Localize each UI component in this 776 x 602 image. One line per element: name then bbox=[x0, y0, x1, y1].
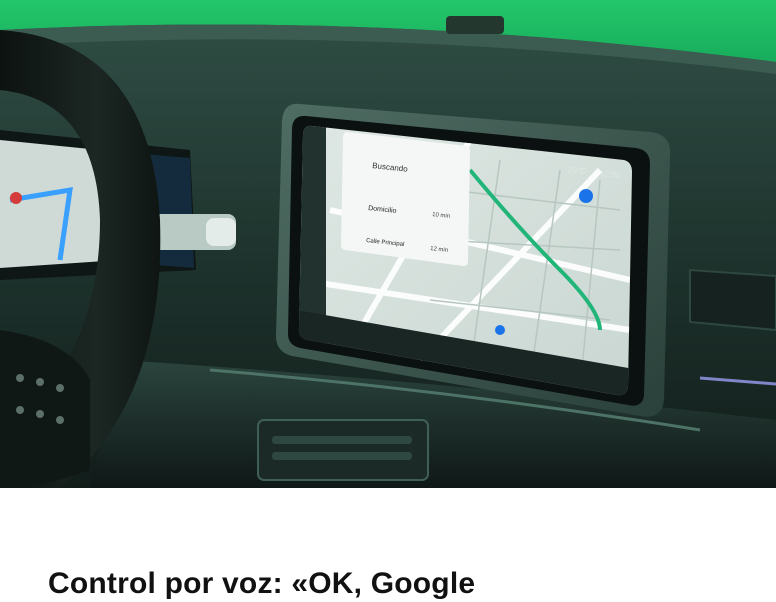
location-marker bbox=[495, 325, 505, 335]
hero-photo: Buscando Domicilio 10 min Calle Principa… bbox=[0, 0, 776, 488]
center-console-vent-slot bbox=[272, 436, 412, 444]
temperature-readout: 23°C bbox=[568, 165, 587, 176]
dashboard-vent-bump bbox=[446, 16, 504, 34]
steering-stalk-tip bbox=[206, 218, 236, 246]
center-console-vent-slot-2 bbox=[272, 452, 412, 460]
section-caption: Control por voz: «OK, Google bbox=[48, 567, 476, 600]
search-card: Buscando Domicilio 10 min Calle Principa… bbox=[341, 131, 470, 266]
center-console-vent bbox=[257, 419, 429, 481]
cluster-marker bbox=[10, 192, 22, 204]
map-compass-button bbox=[579, 189, 593, 203]
right-vent bbox=[689, 268, 776, 332]
dashboard-illustration: Buscando Domicilio 10 min Calle Principa… bbox=[0, 0, 776, 488]
